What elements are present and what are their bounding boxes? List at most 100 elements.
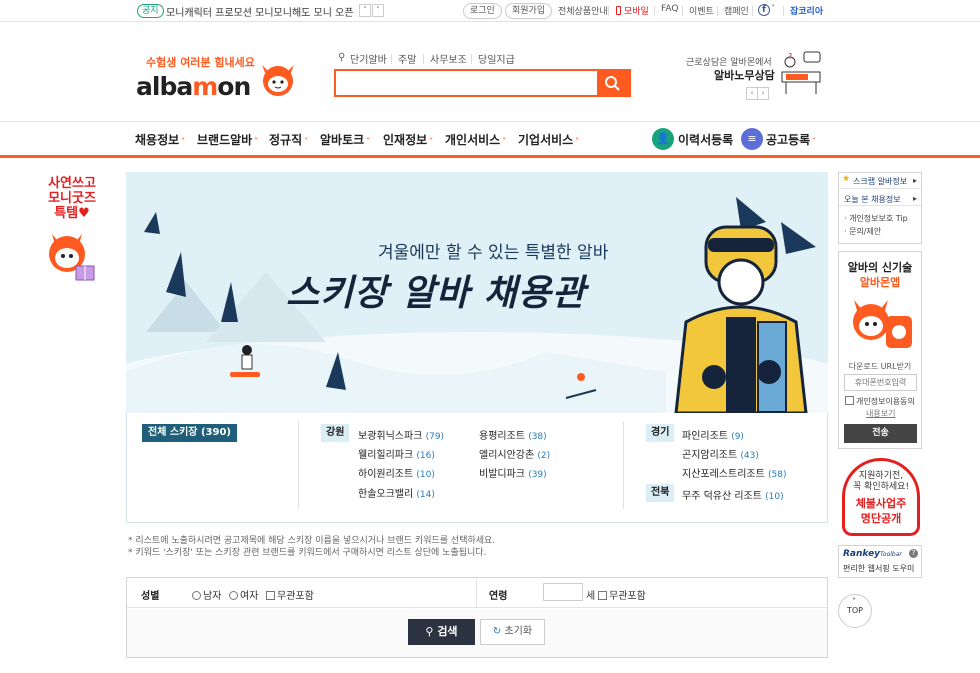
nav-item-fulltime[interactable]: 정규직 ˅ xyxy=(269,131,308,148)
nav-item-talent[interactable]: 인재정보 ˅ xyxy=(383,131,433,148)
consent-view-link[interactable]: 내용보기 xyxy=(866,408,895,419)
app-promo-subtitle: 알바몬앱 xyxy=(859,276,901,289)
nav-label: 채용정보 xyxy=(135,133,180,147)
faq-link[interactable]: FAQ xyxy=(661,4,678,14)
search-button[interactable] xyxy=(597,71,629,95)
ad-line: 체불사업주 xyxy=(855,497,907,510)
resort-name: 하이원리조트 xyxy=(358,469,414,480)
quick-link-sameday[interactable]: 당일지급 xyxy=(478,51,515,66)
resort-link[interactable]: 비발디파크 (39) xyxy=(479,465,547,480)
quick-link-office[interactable]: 사무보조 xyxy=(430,51,467,66)
chevron-up-icon: ˄ xyxy=(852,597,856,606)
resort-count: (10) xyxy=(765,492,784,502)
app-mascot-icon xyxy=(853,300,912,348)
resort-count: (16) xyxy=(416,451,435,461)
gender-male-radio[interactable]: 남자 xyxy=(192,587,221,602)
main-nav: 채용정보 ˅ 브랜드알바 ˅ 정규직 ˅ 알바토크 ˅ 인재정보 ˅ 개인서비스 ˅ 기업서… xyxy=(0,121,980,158)
reset-button[interactable]: ↻ 초기화 xyxy=(480,619,545,645)
resort-name: 무주 덕유산 리조트 xyxy=(682,491,762,502)
resort-name: 곤지암리조트 xyxy=(682,450,738,461)
left-ad-banner[interactable]: 사연쓰고 모니굿즈 특템♥ xyxy=(40,176,104,221)
inquiry-link[interactable]: · 문의/제안 xyxy=(844,226,881,237)
signup-button[interactable]: 회원가입 xyxy=(505,3,553,19)
chevron-down-icon: ˅ xyxy=(181,137,186,146)
labor-consult-link[interactable]: 알바노무상담 xyxy=(714,67,775,83)
search-submit-button[interactable]: ⚲ 검색 xyxy=(408,619,475,645)
resort-name: 용평리조트 xyxy=(479,431,525,442)
divider xyxy=(476,578,477,608)
phone-input[interactable] xyxy=(844,374,917,391)
albamon-logo[interactable]: albamon xyxy=(136,72,251,101)
post-job-icon: ≡ xyxy=(741,128,763,150)
resort-count: (10) xyxy=(416,470,435,480)
consult-next-button[interactable]: › xyxy=(757,87,769,100)
gender-any-checkbox[interactable]: 무관포함 xyxy=(266,587,314,602)
resort-link[interactable]: 지산포레스트리조트 (58) xyxy=(682,465,786,480)
scrap-link[interactable]: 스크랩 알바정보 xyxy=(853,176,907,187)
divider xyxy=(654,6,655,16)
app-promo-title: 알바의 신기술 xyxy=(847,261,913,274)
notice-prev-button[interactable]: ˅ xyxy=(359,4,371,17)
quick-link-weekend[interactable]: 주말 xyxy=(398,51,416,66)
all-products-link[interactable]: 전체상품안내 xyxy=(558,4,608,17)
consultant-illustration-icon: ? xyxy=(781,51,821,94)
radio-icon xyxy=(229,591,238,600)
event-link[interactable]: 이벤트 xyxy=(689,4,714,17)
chevron-down-icon: ˅ xyxy=(502,137,507,146)
resort-name: 지산포레스트리조트 xyxy=(682,469,765,480)
radio-label: 여자 xyxy=(240,591,259,602)
post-job-button[interactable]: 공고등록 ˅ xyxy=(766,131,816,148)
resort-count: (2) xyxy=(537,451,551,461)
resort-link[interactable]: 하이원리조트 (10) xyxy=(358,465,435,480)
resort-link[interactable]: 무주 덕유산 리조트 (10) xyxy=(682,487,784,502)
quick-link-short-term[interactable]: 단기알바 xyxy=(350,51,387,66)
recent-jobs-link[interactable]: 오늘 본 채용정보 xyxy=(844,194,901,205)
notice-next-button[interactable]: ˄ xyxy=(372,4,384,17)
nav-item-talk[interactable]: 알바토크 ˅ xyxy=(320,131,370,148)
nav-item-brand[interactable]: 브랜드알바 ˅ xyxy=(197,131,258,148)
resort-link[interactable]: 곤지암리조트 (43) xyxy=(682,446,759,461)
resume-icon: 👤 xyxy=(652,128,674,150)
nav-item-jobs[interactable]: 채용정보 ˅ xyxy=(135,131,185,148)
gender-female-radio[interactable]: 여자 xyxy=(229,587,258,602)
nav-item-personal[interactable]: 개인서비스 ˅ xyxy=(445,131,506,148)
notice-badge: 공지 xyxy=(137,4,164,18)
send-button[interactable]: 전송 xyxy=(844,424,917,443)
notice-link[interactable]: 모니캐릭터 프로모션 모니모니해도 모니 오픈 xyxy=(166,4,354,19)
divider xyxy=(783,6,784,16)
checkbox-icon xyxy=(845,396,854,405)
resort-link[interactable]: 한솔오크밸리 (14) xyxy=(358,485,435,500)
region-gyeonggi: 경기 xyxy=(646,424,675,442)
privacy-tip-link[interactable]: · 개인정보보호 Tip xyxy=(844,213,908,224)
help-icon: ? xyxy=(909,549,918,558)
resume-register-button[interactable]: 이력서등록 xyxy=(678,131,733,148)
resort-name: 보광휘닉스파크 xyxy=(358,431,423,442)
consent-checkbox[interactable]: 개인정보이용동의 xyxy=(845,396,915,407)
age-any-checkbox[interactable]: 무관포함 xyxy=(598,587,646,602)
facebook-icon[interactable]: f xyxy=(758,4,770,16)
nav-item-business[interactable]: 기업서비스 ˅ xyxy=(518,131,579,148)
chevron-right-icon: ▸ xyxy=(913,194,918,203)
campaign-link[interactable]: 캠페인 xyxy=(724,4,749,17)
all-resorts-button[interactable]: 전체 스키장 (390) xyxy=(142,424,237,442)
jobkorea-link[interactable]: 잡코리아 xyxy=(790,4,823,17)
mobile-link[interactable]: 모바일 xyxy=(624,4,649,17)
nav-label: 인재정보 xyxy=(383,133,428,147)
resort-count: (38) xyxy=(528,432,547,442)
login-button[interactable]: 로그인 xyxy=(463,3,502,19)
logo-slogan: 수험생 여러분 힘내세요 xyxy=(146,56,255,69)
banner-title: 스키장 알바 채용관 xyxy=(286,273,587,314)
top-bar: 공지 모니캐릭터 프로모션 모니모니해도 모니 오픈 ˅ ˄ 로그인 회원가입 … xyxy=(0,0,980,22)
search-box xyxy=(334,69,631,97)
nav-label: 알바토크 xyxy=(320,133,365,147)
scroll-top-button[interactable]: ˄ TOP xyxy=(838,594,872,628)
search-input[interactable] xyxy=(336,71,597,95)
age-input[interactable] xyxy=(543,583,583,601)
resort-link[interactable]: 보광휘닉스파크 (79) xyxy=(358,427,444,442)
checkbox-icon xyxy=(266,591,275,600)
resort-link[interactable]: 웰리힐리파크 (16) xyxy=(358,446,435,461)
resort-link[interactable]: 파인리조트 (9) xyxy=(682,427,744,442)
resort-link[interactable]: 용평리조트 (38) xyxy=(479,427,547,442)
resort-link[interactable]: 엘리시안강촌 (2) xyxy=(479,446,550,461)
chevron-down-icon[interactable]: ˅ xyxy=(771,4,775,13)
